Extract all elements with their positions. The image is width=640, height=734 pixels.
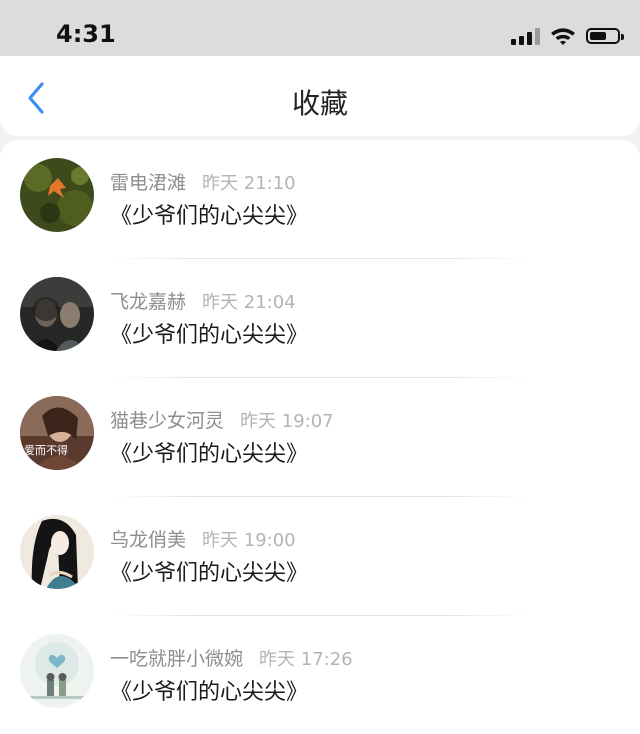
- book-title[interactable]: 《少爷们的心尖尖》: [110, 317, 308, 349]
- avatar[interactable]: [20, 158, 94, 232]
- avatar[interactable]: [20, 277, 94, 351]
- timestamp: 昨天 21:10: [202, 173, 296, 194]
- book-title[interactable]: 《少爷们的心尖尖》: [110, 555, 308, 587]
- list-item[interactable]: 乌龙俏美 昨天 19:00 《少爷们的心尖尖》: [0, 497, 640, 616]
- item-meta: 一吃就胖小微婉 昨天 17:26: [110, 644, 353, 671]
- timestamp: 昨天 19:07: [240, 411, 334, 432]
- wifi-icon: [551, 28, 575, 45]
- battery-icon: [586, 28, 624, 44]
- author-name[interactable]: 一吃就胖小微婉: [110, 648, 243, 670]
- list-item[interactable]: 爱而不得 猫巷少女河灵 昨天 19:07 《少爷们的心尖尖》: [0, 378, 640, 497]
- list-item[interactable]: 飞龙嘉赫 昨天 21:04 《少爷们的心尖尖》: [0, 259, 640, 378]
- item-meta: 猫巷少女河灵 昨天 19:07: [110, 406, 334, 433]
- avatar-girl-text: 爱而不得: [20, 396, 94, 470]
- author-name[interactable]: 飞龙嘉赫: [110, 291, 186, 313]
- signal-icon: [511, 27, 540, 45]
- book-title[interactable]: 《少爷们的心尖尖》: [110, 198, 308, 230]
- avatar-couple-heart: [20, 634, 94, 708]
- favorites-list: 雷电涒滩 昨天 21:10 《少爷们的心尖尖》 飞龙嘉赫 昨天 21:04 《少爷们…: [0, 140, 640, 734]
- timestamp: 昨天 21:04: [202, 292, 296, 313]
- book-title[interactable]: 《少爷们的心尖尖》: [110, 436, 308, 468]
- list-item[interactable]: 雷电涒滩 昨天 21:10 《少爷们的心尖尖》: [0, 140, 640, 259]
- item-meta: 乌龙俏美 昨天 19:00: [110, 525, 296, 552]
- status-icons: [511, 24, 624, 48]
- avatar-text: 爱而不得: [24, 444, 68, 457]
- avatar-illustrated-woman: [20, 515, 94, 589]
- avatar[interactable]: [20, 515, 94, 589]
- avatar-autumn-leaf: [20, 158, 94, 232]
- page-title: 收藏: [291, 87, 348, 120]
- status-time: 4:31: [56, 20, 116, 48]
- item-meta: 雷电涒滩 昨天 21:10: [110, 168, 296, 195]
- list-item[interactable]: 一吃就胖小微婉 昨天 17:26 《少爷们的心尖尖》: [0, 616, 640, 734]
- author-name[interactable]: 猫巷少女河灵: [110, 410, 224, 432]
- author-name[interactable]: 雷电涒滩: [110, 172, 186, 194]
- timestamp: 昨天 17:26: [259, 649, 353, 670]
- status-bar: 4:31: [0, 0, 640, 56]
- book-title[interactable]: 《少爷们的心尖尖》: [110, 674, 308, 706]
- author-name[interactable]: 乌龙俏美: [110, 529, 186, 551]
- nav-bar: 收藏: [0, 56, 640, 136]
- avatar[interactable]: 爱而不得: [20, 396, 94, 470]
- avatar[interactable]: [20, 634, 94, 708]
- item-meta: 飞龙嘉赫 昨天 21:04: [110, 287, 296, 314]
- timestamp: 昨天 19:00: [202, 530, 296, 551]
- avatar-two-people: [20, 277, 94, 351]
